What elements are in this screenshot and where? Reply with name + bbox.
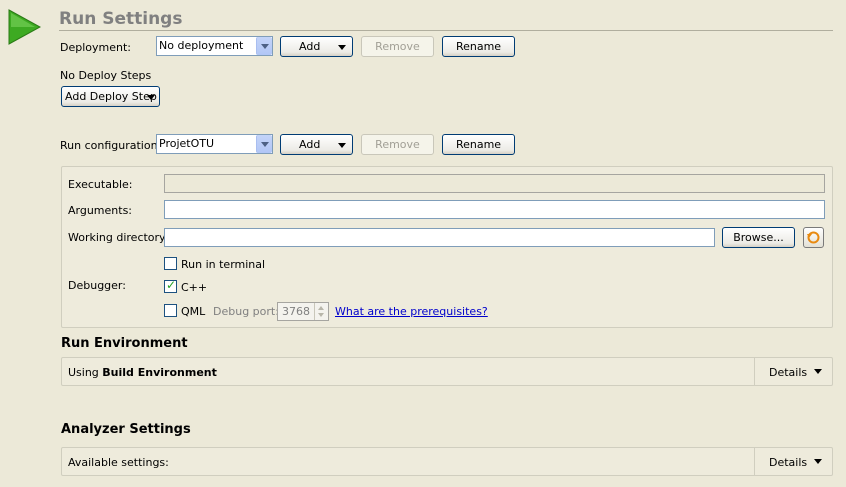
dropdown-arrow-icon [147,95,155,100]
build-environment-name: Build Environment [102,366,217,379]
deployment-combo[interactable]: No deployment [156,36,273,56]
arguments-label: Arguments: [68,204,133,217]
deployment-add-button[interactable]: Add [280,36,353,57]
qml-debugger-checkbox[interactable] [164,304,177,317]
run-environment-panel: Using Build Environment Details [61,357,833,386]
chevron-down-icon [256,135,272,153]
add-deploy-step-label: Add Deploy Step [65,90,157,103]
run-in-terminal-label: Run in terminal [181,258,266,271]
spinbox-arrows[interactable] [314,303,328,320]
add-deploy-step-button[interactable]: Add Deploy Step [61,86,160,107]
working-directory-label: Working directory: [68,231,169,244]
qml-label: QML [181,305,206,318]
cpp-label: C++ [181,281,208,294]
details-label: Details [769,366,808,379]
spin-down-icon [318,313,324,317]
browse-button[interactable]: Browse... [722,227,795,248]
deployment-label: Deployment: [60,41,131,54]
chevron-down-icon [256,37,272,55]
executable-field[interactable] [164,174,825,193]
checkmark-icon: ✓ [166,278,177,292]
arguments-field[interactable] [164,200,825,219]
available-settings-label: Available settings: [68,456,169,469]
executable-label: Executable: [68,178,133,191]
debug-port-spinbox[interactable]: 3768 [277,302,329,321]
run-configuration-combo[interactable]: ProjetOTU [156,134,273,154]
run-configuration-combo-value: ProjetOTU [159,137,215,150]
chevron-down-icon [814,369,822,374]
run-configuration-label: Run configuration: [60,139,162,152]
run-config-add-label: Add [299,138,321,151]
title-divider [59,30,833,31]
spin-up-icon [318,306,324,310]
deployment-remove-button[interactable]: Remove [361,36,434,57]
using-prefix: Using [68,366,103,379]
deployment-rename-button[interactable]: Rename [442,36,515,57]
run-config-add-button[interactable]: Add [280,134,353,155]
prerequisites-link[interactable]: What are the prerequisites? [335,305,488,318]
working-directory-field[interactable] [164,228,715,247]
analyzer-details-button[interactable]: Details [754,448,832,475]
debug-port-label: Debug port: [213,305,279,318]
page-title: Run Settings [59,9,183,29]
cpp-debugger-checkbox[interactable]: ✓ [164,278,177,293]
debugger-label: Debugger: [68,279,126,292]
details-label: Details [769,456,808,469]
deployment-combo-value: No deployment [159,39,244,52]
dropdown-arrow-icon [338,143,346,148]
analyzer-settings-title: Analyzer Settings [61,422,191,437]
chevron-down-icon [814,459,822,464]
analyzer-settings-panel: Available settings: Details [61,447,833,476]
run-config-remove-button[interactable]: Remove [361,134,434,155]
reset-icon [807,231,820,244]
run-environment-details-button[interactable]: Details [754,358,832,385]
dropdown-arrow-icon [338,45,346,50]
reset-button[interactable] [803,227,824,248]
run-config-rename-button[interactable]: Rename [442,134,515,155]
debug-port-value: 3768 [282,305,310,318]
run-play-icon [8,9,41,45]
run-in-terminal-checkbox[interactable] [164,257,177,270]
run-environment-summary: Using Build Environment [68,366,217,379]
run-environment-title: Run Environment [61,336,188,351]
deployment-add-label: Add [299,40,321,53]
deploy-steps-text: No Deploy Steps [60,69,152,82]
